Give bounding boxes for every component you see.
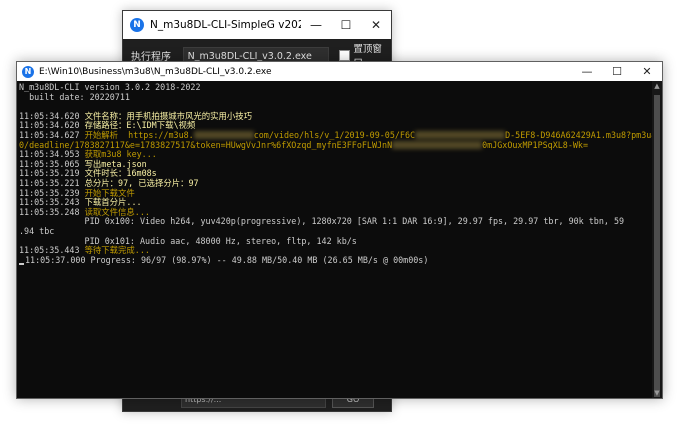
progress-text: 11:05:37.000 Progress: 96/97 (98.97%) --… [25, 254, 429, 265]
log-text: 总分片：97, 已选择分片：97 [84, 177, 199, 188]
minimize-icon[interactable]: — [301, 11, 331, 39]
timestamp: 11:05:35.221 [19, 177, 85, 188]
text-cursor [19, 263, 24, 266]
timestamp: 11:05:35.443 [19, 245, 85, 256]
scrollbar-thumb[interactable] [654, 95, 660, 397]
timestamp: 11:05:34.620 [19, 120, 85, 131]
close-icon[interactable]: ✕ [361, 11, 391, 39]
minimize-icon[interactable]: — [572, 62, 602, 81]
log-text: 获取m3u8 key... [84, 149, 157, 160]
log-text: 文件名称：用手机拍摄城市风光的实用小技巧 [84, 110, 253, 121]
log-text: 读取文件信息... [84, 206, 150, 217]
simpleg-title: N_m3u8DL-CLI-SimpleG v20220711 [150, 19, 301, 31]
timestamp: 11:05:35.219 [19, 168, 85, 179]
log-text: 存储路径：E:\IDM下载\视频 [84, 120, 196, 131]
log-text: 开始解析 https://m3u8. [84, 129, 194, 140]
log-text: com/video/hls/v_1/2019-09-05/F6C [253, 129, 416, 140]
close-icon[interactable]: ✕ [632, 62, 662, 81]
console-scrollbar[interactable]: ▲ ▼ [652, 81, 662, 398]
app-icon: N [130, 18, 144, 32]
console-titlebar[interactable]: N E:\Win10\Business\m3u8\N_m3u8DL-CLI_v3… [17, 62, 662, 81]
console-line: PID 0x100: Video h264, yuv420p(progressi… [19, 216, 625, 227]
console-line: built date: 20220711 [19, 91, 130, 102]
scroll-down-icon[interactable]: ▼ [652, 388, 662, 398]
timestamp: 11:05:34.953 [19, 149, 85, 160]
timestamp: 11:05:34.627 [19, 129, 85, 140]
maximize-icon[interactable]: ☐ [602, 62, 632, 81]
app-icon: N [22, 65, 34, 78]
simpleg-titlebar[interactable]: N N_m3u8DL-CLI-SimpleG v20220711 — ☐ ✕ [123, 11, 391, 39]
console-title: E:\Win10\Business\m3u8\N_m3u8DL-CLI_v3.0… [39, 66, 272, 77]
console-window: N E:\Win10\Business\m3u8\N_m3u8DL-CLI_v3… [16, 61, 663, 399]
log-text: 开始下载文件 [84, 187, 135, 198]
log-text: 文件时长：16m08s [84, 168, 157, 179]
timestamp: 11:05:35.239 [19, 187, 85, 198]
log-text: 0mJGxOuxMP1PSqXL8-Wk= [482, 139, 589, 150]
log-text: 0/deadline/1783827117&e=1783827517&token… [19, 139, 393, 150]
log-text: 写出meta.json [84, 158, 147, 169]
redacted-region [392, 141, 483, 150]
timestamp: 11:05:35.065 [19, 158, 85, 169]
redacted-region [415, 131, 506, 140]
log-text: 等待下载完成... [84, 245, 150, 256]
timestamp: 11:05:35.243 [19, 197, 85, 208]
timestamp: 11:05:35.248 [19, 206, 85, 217]
console-output[interactable]: N_m3u8DL-CLI version 3.0.2 2018-2022 bui… [17, 81, 652, 398]
checkbox-box[interactable] [339, 49, 351, 61]
scroll-up-icon[interactable]: ▲ [652, 81, 662, 91]
log-text: 下载首分片... [84, 197, 142, 208]
timestamp: 11:05:34.620 [19, 110, 85, 121]
redacted-region [193, 131, 254, 140]
console-line: 11:05:37.000 Progress: 96/97 (98.97%) --… [19, 254, 652, 266]
maximize-icon[interactable]: ☐ [331, 11, 361, 39]
log-text: D-5EF8-D946A62429A1.m3u8?pm3u8/ [505, 129, 652, 140]
